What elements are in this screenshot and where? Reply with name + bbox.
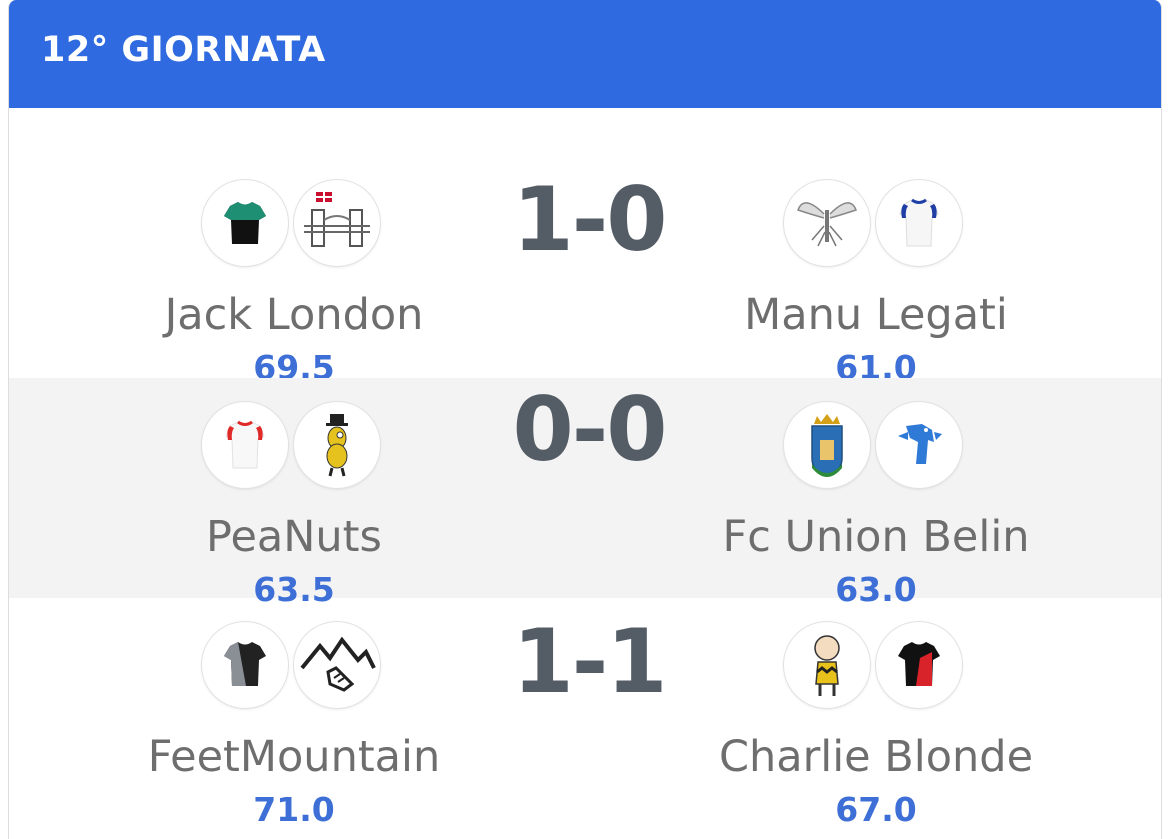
match-row[interactable]: PeaNuts 63.5 0-0 Fc Union Belin 63.0 [9,378,1161,609]
team-name: FeetMountain [147,732,441,782]
charlie-brown-icon [784,622,870,708]
team-badges [656,180,1096,276]
matchday-title: 12° GIORNATA [41,30,326,70]
team-name: Jack London [164,290,424,340]
team-name: Fc Union Belin [722,512,1030,562]
blue-bird-icon [876,402,962,488]
black-green-jersey-icon [202,180,288,266]
team-points: 67.0 [835,790,917,829]
match-row[interactable]: Jack London 69.5 1-0 Manu Legati 61.0 [9,134,1161,388]
team-badges [74,180,514,276]
home-team[interactable]: Jack London 69.5 [74,134,514,387]
team-badges [74,622,514,718]
grey-black-jersey-icon [202,622,288,708]
away-team[interactable]: Fc Union Belin 63.0 [656,356,1096,609]
white-blue-jersey-icon [876,180,962,266]
mosquito-icon [784,180,870,266]
london-bridge-icon [294,180,380,266]
match-row[interactable]: FeetMountain 71.0 1-1 Charlie Blonde 67.… [9,576,1161,830]
team-name: Charlie Blonde [718,732,1034,782]
team-badges [656,622,1096,718]
team-badges [656,402,1096,498]
home-team[interactable]: FeetMountain 71.0 [74,576,514,829]
team-name: PeaNuts [206,512,382,562]
away-team[interactable]: Charlie Blonde 67.0 [656,576,1096,829]
team-badges [74,402,514,498]
white-red-jersey-icon [202,402,288,488]
black-red-jersey-icon [876,622,962,708]
team-points: 71.0 [253,790,335,829]
city-crest-icon [784,402,870,488]
mountain-foot-icon [294,622,380,708]
away-team[interactable]: Manu Legati 61.0 [656,134,1096,387]
matchday-card: 12° GIORNATA Jack London 69.5 1-0 Manu L… [8,0,1162,839]
peanut-mascot-icon [294,402,380,488]
home-team[interactable]: PeaNuts 63.5 [74,356,514,609]
matchday-header: 12° GIORNATA [9,0,1161,108]
team-name: Manu Legati [744,290,1008,340]
